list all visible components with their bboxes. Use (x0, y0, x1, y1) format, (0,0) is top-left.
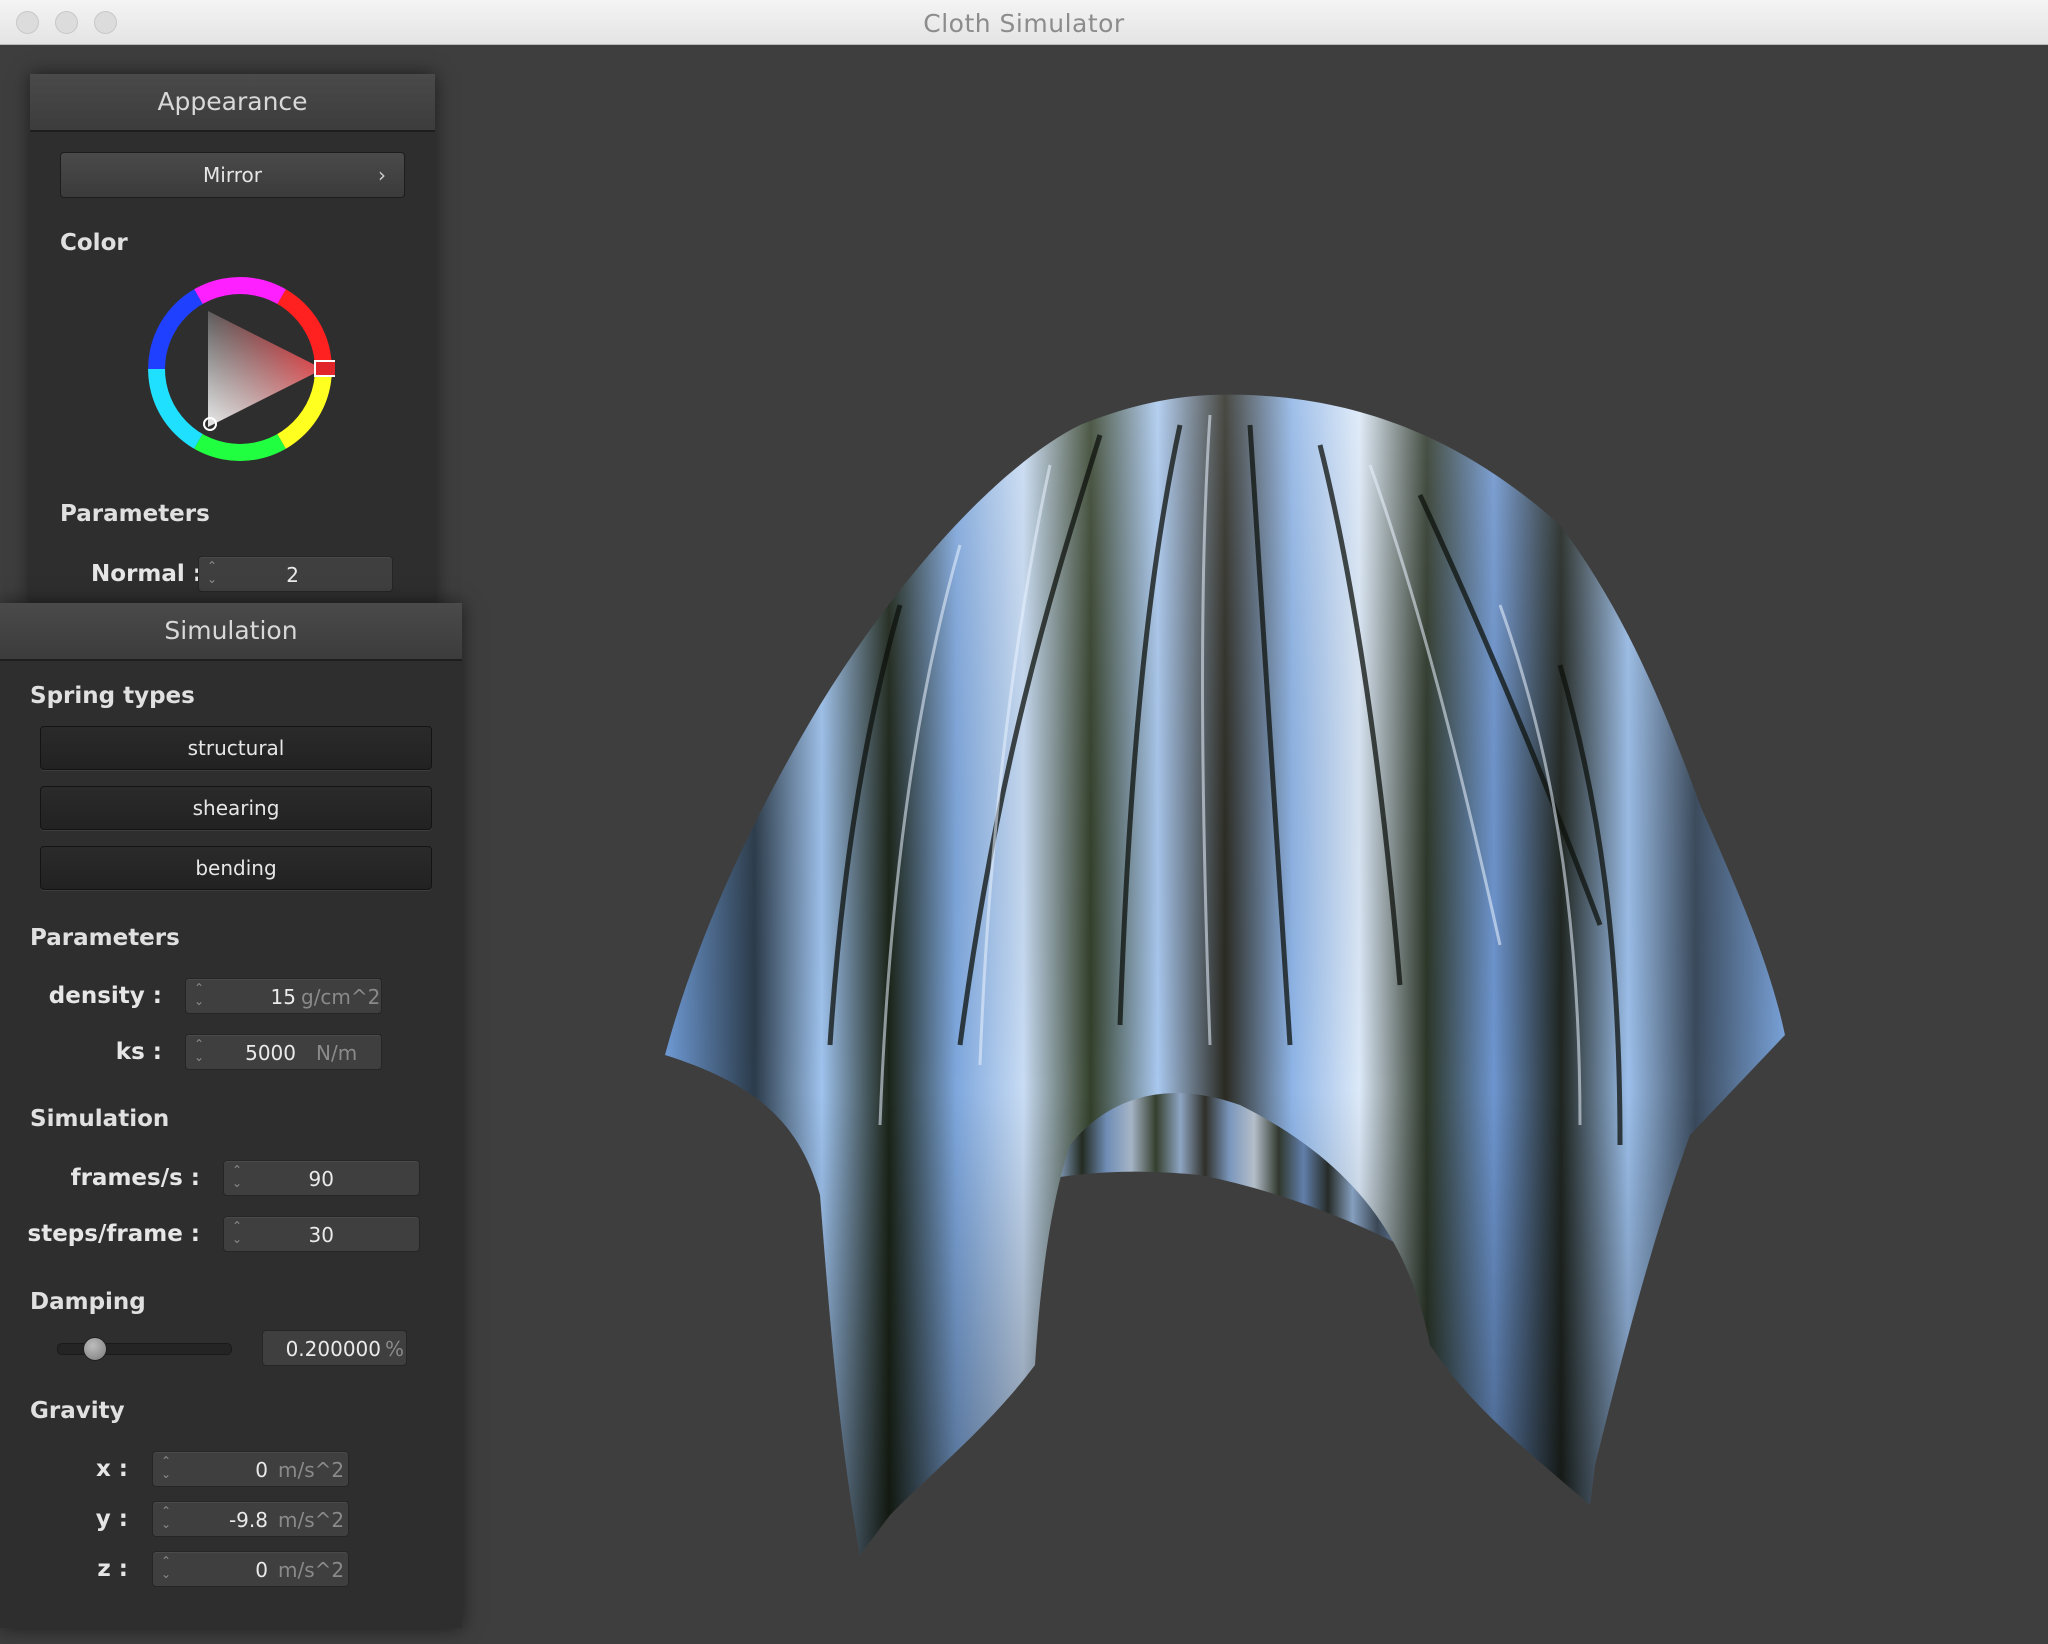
gravity-y-spinner[interactable]: ⌃ ⌄ -9.8 m/s^2 (152, 1501, 349, 1537)
gravity-y-value: -9.8 (228, 1508, 268, 1532)
chevron-right-icon: › (378, 163, 386, 187)
spring-types-label: Spring types (30, 683, 195, 709)
spinner-arrows-icon[interactable]: ⌃ ⌄ (161, 1455, 175, 1485)
appearance-panel: Appearance Mirror › Color Parameters Nor… (30, 74, 435, 614)
gravity-z-label: z : (97, 1556, 128, 1582)
appearance-parameters-label: Parameters (60, 501, 210, 527)
bending-toggle-button[interactable]: bending (40, 846, 432, 890)
gravity-z-unit: m/s^2 (278, 1558, 345, 1582)
normal-spinner[interactable]: ⌃ ⌄ 2 (198, 556, 393, 592)
spinner-arrows-icon[interactable]: ⌃ ⌄ (207, 560, 221, 590)
gravity-x-spinner[interactable]: ⌃ ⌄ 0 m/s^2 (152, 1451, 349, 1487)
gravity-x-value: 0 (255, 1458, 268, 1482)
shearing-toggle-button[interactable]: shearing (40, 786, 432, 830)
damping-label: Damping (30, 1289, 146, 1315)
spinner-arrows-icon[interactable]: ⌃ ⌄ (194, 1038, 208, 1068)
density-spinner[interactable]: ⌃ ⌄ 15 g/cm^2 (185, 978, 382, 1014)
ks-unit: N/m (316, 1041, 358, 1065)
spinner-arrows-icon[interactable]: ⌃ ⌄ (161, 1505, 175, 1535)
appearance-header[interactable]: Appearance (30, 74, 435, 132)
gravity-z-spinner[interactable]: ⌃ ⌄ 0 m/s^2 (152, 1551, 349, 1587)
density-label: density : (48, 983, 162, 1009)
ks-value: 5000 (245, 1041, 296, 1065)
gravity-x-unit: m/s^2 (278, 1458, 345, 1482)
steps-per-frame-value: 30 (308, 1223, 334, 1247)
gravity-z-value: 0 (255, 1558, 268, 1582)
fps-label: frames/s : (70, 1165, 200, 1191)
density-value: 15 (270, 985, 296, 1009)
density-unit: g/cm^2 (301, 985, 381, 1009)
gravity-x-label: x : (95, 1456, 128, 1482)
ks-spinner[interactable]: ⌃ ⌄ 5000 N/m (185, 1034, 382, 1070)
structural-toggle-button[interactable]: structural (40, 726, 432, 770)
fps-value: 90 (308, 1167, 334, 1191)
gravity-label: Gravity (30, 1398, 125, 1424)
shader-dropdown[interactable]: Mirror › (60, 152, 405, 198)
damping-field[interactable]: 0.200000 % (262, 1330, 407, 1366)
window-titlebar: Cloth Simulator (0, 0, 2048, 45)
damping-unit: % (385, 1337, 405, 1361)
steps-per-frame-spinner[interactable]: ⌃ ⌄ 30 (223, 1216, 420, 1252)
spinner-arrows-icon[interactable]: ⌃ ⌄ (194, 982, 208, 1012)
color-wheel[interactable] (145, 274, 335, 464)
spinner-arrows-icon[interactable]: ⌃ ⌄ (232, 1164, 246, 1194)
simulation-panel: Simulation Spring types structural shear… (0, 603, 462, 1628)
damping-value: 0.200000 (285, 1337, 381, 1361)
fps-spinner[interactable]: ⌃ ⌄ 90 (223, 1160, 420, 1196)
normal-label: Normal : (91, 561, 202, 587)
color-label: Color (60, 230, 128, 256)
gravity-y-unit: m/s^2 (278, 1508, 345, 1532)
window-title: Cloth Simulator (923, 9, 1125, 38)
normal-value: 2 (286, 563, 299, 587)
simulation-parameters-label: Parameters (30, 925, 180, 951)
gravity-y-label: y : (95, 1506, 128, 1532)
damping-slider-handle[interactable] (83, 1337, 108, 1361)
shader-dropdown-label: Mirror (203, 163, 262, 187)
spinner-arrows-icon[interactable]: ⌃ ⌄ (232, 1220, 246, 1250)
simulation-header[interactable]: Simulation (0, 603, 462, 661)
ks-label: ks : (115, 1039, 162, 1065)
spinner-arrows-icon[interactable]: ⌃ ⌄ (161, 1555, 175, 1585)
simulation-section-label: Simulation (30, 1106, 170, 1132)
steps-per-frame-label: steps/frame : (27, 1221, 200, 1247)
